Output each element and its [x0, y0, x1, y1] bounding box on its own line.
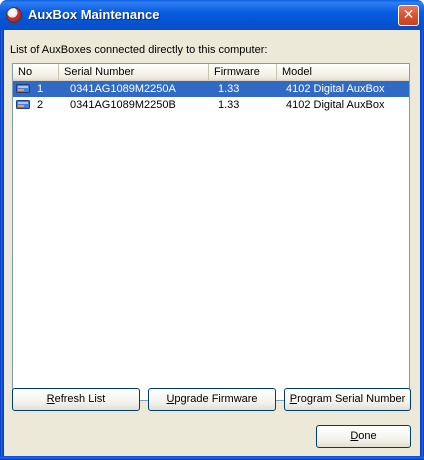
auxbox-list[interactable]: No Serial Number Firmware Model 1 0341AG… — [12, 63, 410, 401]
close-button[interactable]: ✕ — [398, 5, 419, 26]
window-title: AuxBox Maintenance — [28, 7, 160, 22]
app-icon — [6, 7, 22, 23]
column-header-model[interactable]: Model — [277, 64, 409, 80]
done-label: one — [358, 430, 377, 442]
title-bar[interactable]: AuxBox Maintenance ✕ — [0, 0, 424, 30]
upgrade-label: pgrade Firmware — [174, 393, 258, 405]
dialog-window: AuxBox Maintenance ✕ List of AuxBoxes co… — [0, 0, 424, 460]
auxbox-device-icon — [16, 84, 30, 93]
window-frame-bottom — [0, 456, 424, 460]
upgrade-firmware-button[interactable]: Upgrade Firmware — [148, 388, 276, 411]
refresh-mnemonic: R — [46, 393, 55, 405]
row-model: 4102 Digital AuxBox — [286, 99, 385, 111]
column-header-no[interactable]: No — [13, 64, 59, 80]
row-serial: 0341AG1089M2250B — [70, 99, 176, 111]
done-button[interactable]: Done — [316, 425, 411, 448]
row-serial: 0341AG1089M2250A — [70, 83, 176, 95]
window-frame-right — [420, 30, 424, 460]
list-header: No Serial Number Firmware Model — [13, 64, 409, 81]
dialog-body: List of AuxBoxes connected directly to t… — [4, 30, 420, 456]
column-header-serial-number[interactable]: Serial Number — [59, 64, 209, 80]
auxbox-device-icon — [16, 100, 30, 109]
column-header-firmware[interactable]: Firmware — [209, 64, 277, 80]
list-row[interactable]: 2 0341AG1089M2250B 1.33 4102 Digital Aux… — [13, 97, 409, 113]
row-model: 4102 Digital AuxBox — [286, 83, 385, 95]
list-label: List of AuxBoxes connected directly to t… — [10, 44, 268, 56]
refresh-label: efresh List — [54, 393, 106, 405]
row-firmware: 1.33 — [218, 83, 240, 95]
program-mnemonic: P — [289, 393, 298, 405]
row-firmware: 1.33 — [218, 99, 240, 111]
program-label: rogram Serial Number — [297, 393, 406, 405]
row-no: 1 — [37, 83, 44, 95]
row-no: 2 — [37, 99, 44, 111]
list-row[interactable]: 1 0341AG1089M2250A 1.33 4102 Digital Aux… — [13, 81, 409, 97]
refresh-list-button[interactable]: Refresh List — [12, 388, 140, 411]
program-serial-number-button[interactable]: Program Serial Number — [284, 388, 411, 411]
